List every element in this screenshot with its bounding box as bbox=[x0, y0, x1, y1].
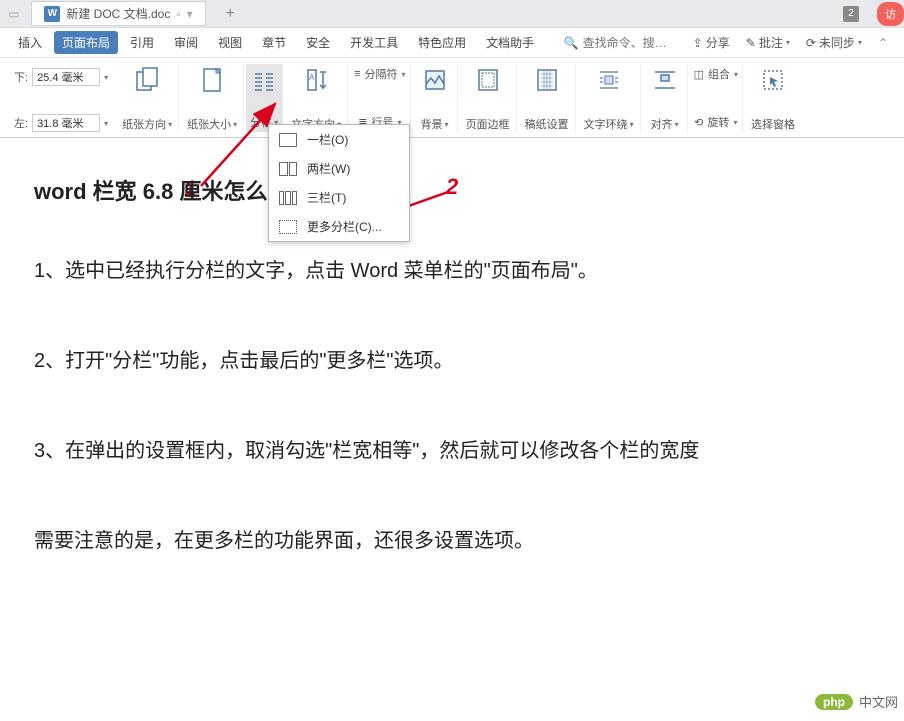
menu-security[interactable]: 安全 bbox=[298, 31, 338, 54]
new-tab-button[interactable]: + bbox=[218, 5, 243, 23]
text-wrap-icon bbox=[593, 64, 625, 96]
menu-special[interactable]: 特色应用 bbox=[410, 31, 474, 54]
manuscript-icon bbox=[531, 64, 563, 96]
columns-more[interactable]: 更多分栏(C)... bbox=[269, 212, 409, 241]
menu-view[interactable]: 视图 bbox=[210, 31, 250, 54]
two-column-icon bbox=[279, 162, 297, 176]
rotate-icon: ⟲ bbox=[694, 116, 703, 129]
one-column-icon bbox=[279, 133, 297, 147]
title-bar: ▭ W 新建 DOC 文档.doc ▫ ▾ + 2 访 bbox=[0, 0, 904, 28]
chevron-down-icon: ▾ bbox=[168, 120, 172, 129]
share-button[interactable]: ⇪ 分享 bbox=[687, 31, 736, 54]
margin-left-label: 左: bbox=[14, 115, 28, 131]
share-icon: ⇪ bbox=[693, 36, 703, 50]
word-app-icon: W bbox=[44, 6, 60, 22]
rotate-button[interactable]: ⟲旋转▾ bbox=[694, 114, 737, 130]
manuscript-button[interactable]: 稿纸设置 bbox=[519, 64, 576, 132]
watermark-logo: php bbox=[815, 694, 853, 710]
doc-paragraph-3: 3、在弹出的设置框内，取消勾选"栏宽相等"，然后就可以修改各个栏的宽度 bbox=[34, 434, 904, 468]
margin-left-input[interactable] bbox=[32, 114, 100, 132]
more-columns-icon bbox=[279, 220, 297, 234]
document-title: 新建 DOC 文档.doc bbox=[66, 5, 170, 22]
columns-one[interactable]: 一栏(O) bbox=[269, 125, 409, 154]
search-input[interactable] bbox=[583, 36, 683, 50]
margin-bottom-input[interactable] bbox=[32, 68, 100, 86]
menu-page-layout[interactable]: 页面布局 bbox=[54, 31, 118, 54]
paper-size-icon bbox=[196, 64, 228, 96]
page-border-icon bbox=[472, 64, 504, 96]
document-tab[interactable]: W 新建 DOC 文档.doc ▫ ▾ bbox=[31, 1, 205, 26]
sync-button[interactable]: ⟳ 未同步 ▾ bbox=[800, 31, 868, 54]
search-icon: 🔍 bbox=[564, 36, 579, 50]
chevron-down-icon: ▾ bbox=[445, 120, 449, 129]
separator-button[interactable]: ≡分隔符▾ bbox=[354, 66, 405, 82]
columns-icon bbox=[248, 66, 280, 98]
doc-paragraph-1: 1、选中已经执行分栏的文字，点击 Word 菜单栏的"页面布局"。 bbox=[34, 254, 904, 288]
collapse-ribbon-icon[interactable]: ⌃ bbox=[872, 36, 894, 50]
three-column-icon bbox=[279, 191, 297, 205]
arrange-group: ◫组合▾ ⟲旋转▾ bbox=[690, 64, 743, 132]
tab-options-icon[interactable]: ▾ bbox=[187, 7, 193, 21]
comment-icon: ✎ bbox=[746, 36, 756, 50]
menu-review[interactable]: 审阅 bbox=[166, 31, 206, 54]
columns-two[interactable]: 两栏(W) bbox=[269, 154, 409, 183]
menu-devtools[interactable]: 开发工具 bbox=[342, 31, 406, 54]
group-button[interactable]: ◫组合▾ bbox=[694, 66, 738, 82]
group-icon: ◫ bbox=[694, 68, 704, 81]
notification-count[interactable]: 2 bbox=[843, 6, 859, 22]
stepper-icon[interactable]: ▾ bbox=[104, 119, 108, 128]
chevron-down-icon: ▾ bbox=[630, 120, 634, 129]
orientation-button[interactable]: 纸张方向▾ bbox=[116, 64, 179, 132]
ribbon-toolbar: 下: ▾ 左: ▾ 纸张方向▾ 纸张大小▾ 分栏▾ A 文字方向▾ bbox=[0, 58, 904, 138]
margins-group: 下: ▾ 左: ▾ bbox=[8, 64, 114, 132]
selection-pane-icon bbox=[757, 64, 789, 96]
doc-heading: word 栏宽 6.8 厘米怎么设置 bbox=[34, 174, 904, 206]
doc-paragraph-2: 2、打开"分栏"功能，点击最后的"更多栏"选项。 bbox=[34, 344, 904, 378]
tab-indicator-icon: ▫ bbox=[176, 7, 180, 21]
watermark: php 中文网 bbox=[815, 692, 898, 711]
text-direction-button[interactable]: A 文字方向▾ bbox=[285, 64, 348, 132]
breaks-group: ≡分隔符▾ ≣行号▾ bbox=[350, 64, 410, 132]
svg-text:A: A bbox=[309, 73, 315, 82]
sync-icon: ⟳ bbox=[806, 36, 816, 50]
visit-button[interactable]: 访 bbox=[877, 2, 904, 26]
text-direction-icon: A bbox=[300, 64, 332, 96]
align-icon bbox=[649, 64, 681, 96]
columns-three[interactable]: 三栏(T) bbox=[269, 183, 409, 212]
menu-chapters[interactable]: 章节 bbox=[254, 31, 294, 54]
columns-dropdown: 一栏(O) 两栏(W) 三栏(T) 更多分栏(C)... bbox=[268, 124, 410, 242]
chevron-down-icon: ▾ bbox=[786, 38, 790, 47]
separator-icon: ≡ bbox=[354, 68, 360, 80]
menu-references[interactable]: 引用 bbox=[122, 31, 162, 54]
text-wrap-button[interactable]: 文字环绕▾ bbox=[578, 64, 641, 132]
background-icon bbox=[419, 64, 451, 96]
background-button[interactable]: 背景▾ bbox=[413, 64, 458, 132]
stepper-icon[interactable]: ▾ bbox=[104, 73, 108, 82]
comment-button[interactable]: ✎ 批注 ▾ bbox=[740, 31, 796, 54]
orientation-icon bbox=[131, 64, 163, 96]
doc-paragraph-4: 需要注意的是，在更多栏的功能界面，还很多设置选项。 bbox=[34, 524, 904, 558]
menu-bar: 插入 页面布局 引用 审阅 视图 章节 安全 开发工具 特色应用 文档助手 🔍 … bbox=[0, 28, 904, 58]
page-border-button[interactable]: 页面边框 bbox=[460, 64, 517, 132]
chevron-down-icon: ▾ bbox=[675, 120, 679, 129]
align-button[interactable]: 对齐▾ bbox=[643, 64, 688, 132]
watermark-text: 中文网 bbox=[859, 692, 898, 711]
window-icon: ▭ bbox=[8, 7, 19, 21]
menu-insert[interactable]: 插入 bbox=[10, 31, 50, 54]
margin-bottom-label: 下: bbox=[14, 69, 28, 85]
selection-pane-button[interactable]: 选择窗格 bbox=[745, 64, 801, 132]
chevron-down-icon: ▾ bbox=[858, 38, 862, 47]
menu-doc-helper[interactable]: 文档助手 bbox=[478, 31, 542, 54]
